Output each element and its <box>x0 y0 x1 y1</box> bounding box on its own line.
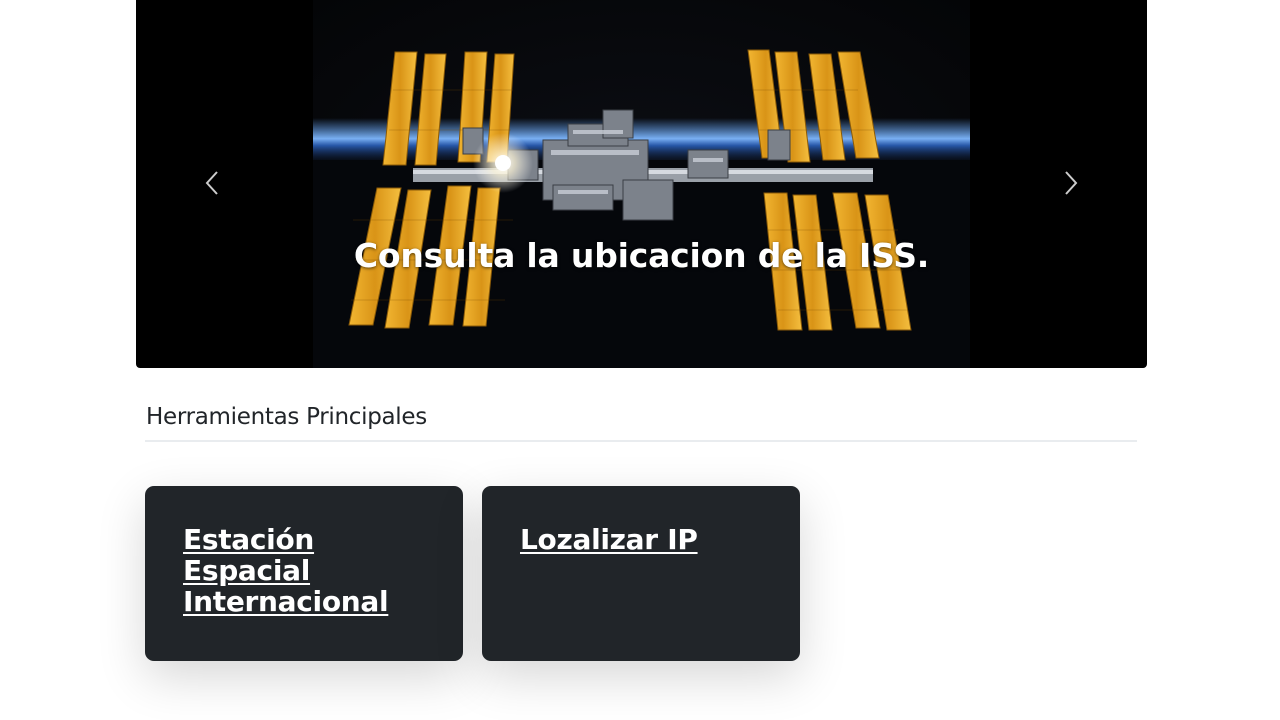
section-divider <box>145 440 1137 442</box>
iss-image <box>313 0 970 368</box>
tool-link-ip[interactable]: Lozalizar IP <box>520 524 750 555</box>
carousel-prev-button[interactable] <box>192 163 232 203</box>
section-title: Herramientas Principales <box>146 404 427 430</box>
chevron-right-icon <box>1065 171 1078 195</box>
carousel-next-button[interactable] <box>1051 163 1091 203</box>
tool-card-iss: Estación Espacial Internacional <box>145 486 463 661</box>
hero-carousel: Consulta la ubicacion de la ISS. <box>136 0 1147 368</box>
tool-link-iss[interactable]: Estación Espacial Internacional <box>183 524 413 617</box>
tool-card-ip: Lozalizar IP <box>482 486 800 661</box>
carousel-caption: Consulta la ubicacion de la ISS. <box>353 236 930 275</box>
chevron-left-icon <box>205 171 218 195</box>
